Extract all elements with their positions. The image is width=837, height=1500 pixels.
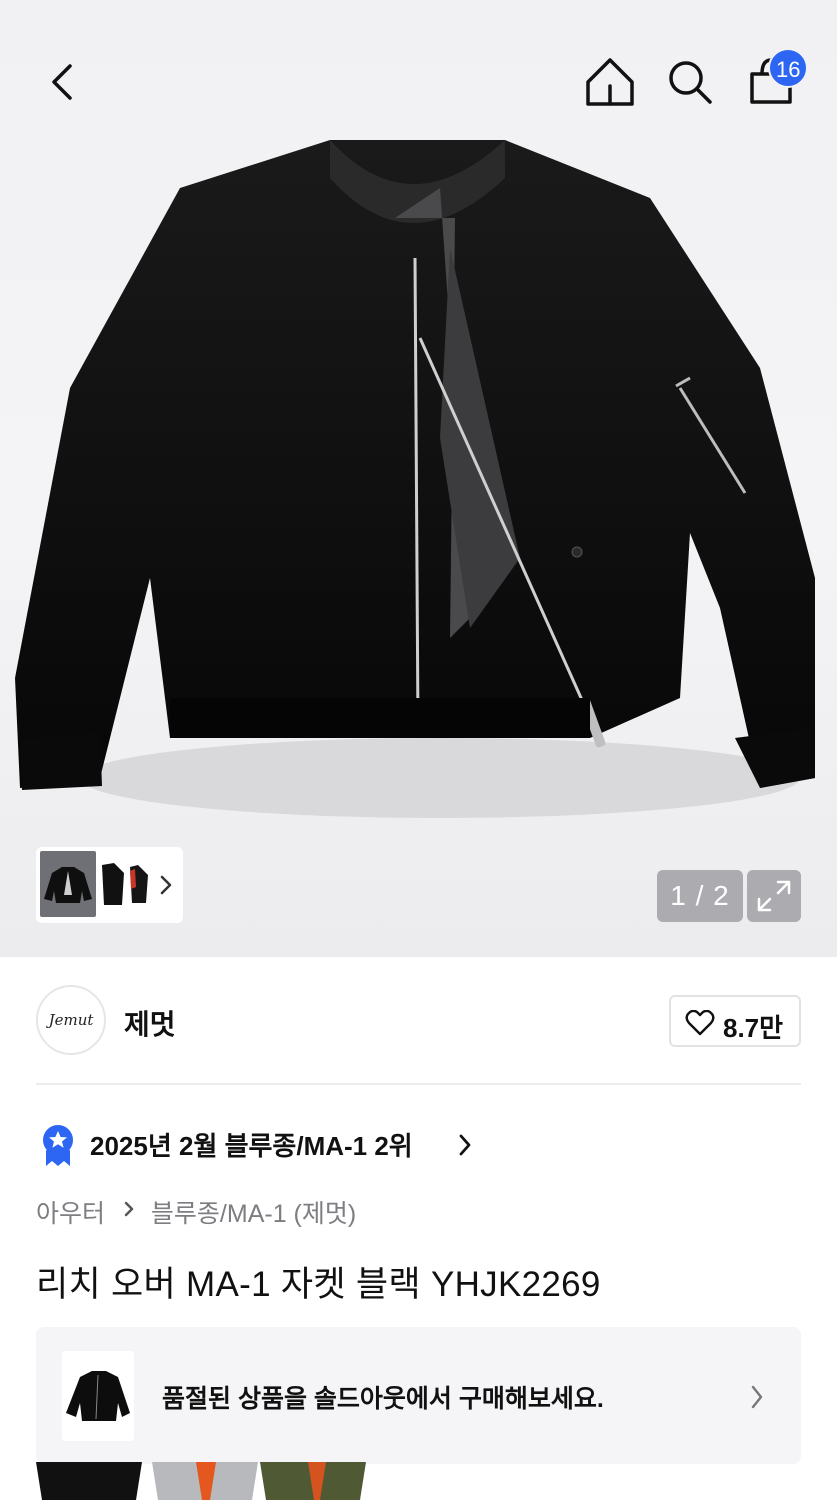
top-navigation: 16: [0, 0, 837, 140]
color-option-khaki[interactable]: [260, 1462, 366, 1500]
search-icon: [669, 61, 712, 104]
breadcrumb-subcategory[interactable]: 블루종/MA-1 (제멋): [151, 1194, 356, 1230]
color-option-black[interactable]: [36, 1462, 142, 1500]
divider: [36, 1083, 801, 1085]
expand-icon: [757, 880, 791, 912]
color-options: [36, 1462, 376, 1500]
ranking-link[interactable]: 2025년 2월 블루종/MA-1 2위: [36, 1120, 536, 1168]
like-count: 8.7만: [723, 1013, 784, 1043]
product-title: 리치 오버 MA-1 자켓 블랙 YHJK2269: [36, 1265, 601, 1304]
expand-button[interactable]: [747, 870, 801, 922]
chevron-right-icon: [751, 1385, 763, 1409]
soldout-text: 품절된 상품을 솔드아웃에서 구매해보세요.: [162, 1385, 604, 1413]
color-option-gray[interactable]: [152, 1462, 258, 1500]
thumbnail-selected[interactable]: [40, 851, 96, 917]
brand-logo[interactable]: Jemut: [36, 985, 106, 1055]
thumbnail-strip[interactable]: [36, 847, 183, 923]
heart-icon: [685, 1010, 715, 1036]
chevron-right-icon: [459, 1134, 471, 1156]
image-pager: 1 / 2: [657, 870, 743, 922]
breadcrumb-separator-icon: [122, 1198, 136, 1227]
breadcrumb: 아우터 블루종/MA-1 (제멋): [36, 1194, 356, 1230]
breadcrumb-category[interactable]: 아우터: [36, 1194, 105, 1230]
home-icon: [586, 58, 634, 106]
soldout-product-thumbnail: [62, 1351, 134, 1441]
back-button[interactable]: [36, 52, 92, 112]
ranking-text: 2025년 2월 블루종/MA-1 2위: [90, 1131, 413, 1161]
chevron-left-icon: [52, 64, 72, 100]
soldout-banner[interactable]: 품절된 상품을 솔드아웃에서 구매해보세요.: [36, 1327, 801, 1464]
product-gallery[interactable]: 16 1 / 2: [0, 0, 837, 957]
thumbnail-item[interactable]: [126, 857, 150, 913]
product-image[interactable]: [0, 138, 837, 838]
chevron-right-icon[interactable]: [156, 871, 176, 899]
home-button[interactable]: [582, 52, 638, 112]
brand-row: Jemut 제멋 8.7만: [36, 985, 801, 1057]
brand-name[interactable]: 제멋: [124, 1003, 176, 1043]
search-button[interactable]: [662, 52, 718, 112]
star-badge-icon: [43, 1125, 73, 1166]
thumbnail-item[interactable]: [100, 857, 126, 913]
like-button[interactable]: 8.7만: [669, 995, 801, 1047]
